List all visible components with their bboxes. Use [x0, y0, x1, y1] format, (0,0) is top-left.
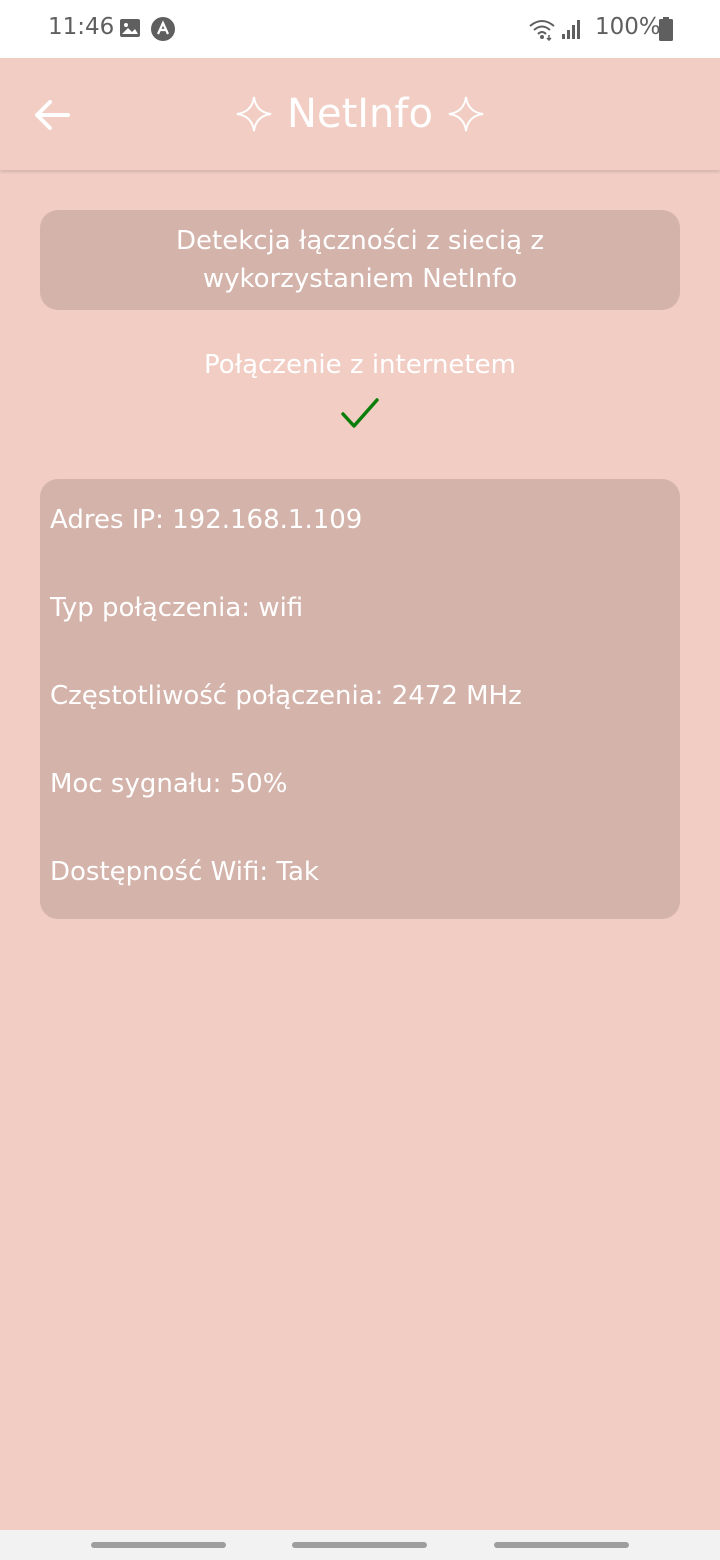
battery-percent: 100% [595, 14, 661, 40]
ip-address-text: Adres IP: 192.168.1.109 [50, 505, 363, 535]
status-bar: 11:46 100% [0, 0, 720, 58]
app-notification-icon [151, 17, 175, 41]
page-title: NetInfo [287, 91, 433, 137]
description-text: Detekcja łączności z siecią z wykorzysta… [176, 226, 544, 294]
sparkle-icon [448, 96, 484, 132]
connection-type-text: Typ połączenia: wifi [50, 593, 304, 623]
description-card: Detekcja łączności z siecią z wykorzysta… [40, 210, 680, 310]
app-header: NetInfo [0, 58, 720, 170]
signal-strength-text: Moc sygnału: 50% [50, 769, 288, 799]
frequency-text: Częstotliwość połączenia: 2472 MHz [50, 681, 522, 711]
checkmark-icon [341, 398, 379, 428]
system-nav-bar [0, 1530, 720, 1560]
network-info-card: Adres IP: 192.168.1.109 Typ połączenia: … [40, 479, 680, 919]
signal-icon [562, 20, 580, 39]
header-title-container: NetInfo [0, 58, 720, 170]
sparkle-icon [236, 96, 272, 132]
connection-label: Połączenie z internetem [204, 350, 516, 380]
nav-home-button[interactable] [292, 1542, 427, 1548]
wifi-availability-text: Dostępność Wifi: Tak [50, 857, 319, 887]
battery-icon [659, 17, 673, 41]
nav-back-button[interactable] [494, 1542, 629, 1548]
gallery-icon [120, 19, 140, 37]
nav-recent-button[interactable] [91, 1542, 226, 1548]
wifi-icon [529, 20, 555, 41]
back-arrow-icon[interactable] [28, 92, 74, 138]
status-time: 11:46 [48, 14, 115, 40]
